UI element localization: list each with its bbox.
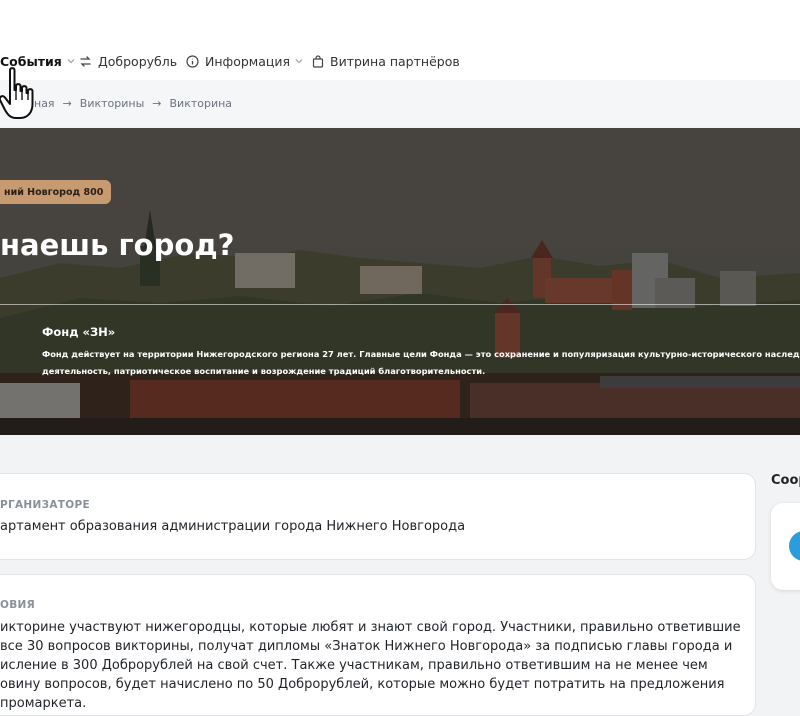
conditions-text: икторине участвуют нижегородцы, которые … <box>0 618 741 713</box>
conditions-line: икторине участвуют нижегородцы, которые … <box>0 620 741 635</box>
hero-banner: ний Новгород 800 наешь город? Фонд «ЗН» … <box>0 128 800 435</box>
main-nav: События Доброрубль Информация Витрина па… <box>0 42 800 80</box>
conditions-line: все 30 вопросов викторины, получат дипло… <box>0 639 733 654</box>
conditions-line: исление в 300 Доброрублей на свой счет. … <box>0 658 708 673</box>
description-line: деятельность, патриотическое воспитание … <box>42 366 486 376</box>
breadcrumb-item-quiz: Викторина <box>169 96 233 110</box>
hero-tag: ний Новгород 800 <box>0 180 112 204</box>
nav-item-partners-showcase[interactable]: Витрина партнёров <box>312 42 460 80</box>
breadcrumb: ная → Викторины → Викторина <box>0 80 800 126</box>
chevron-down-icon <box>67 59 75 64</box>
nav-item-dobrorubl[interactable]: Доброрубль <box>79 42 177 80</box>
sidebar-title: Coop <box>771 473 800 488</box>
sidebar-card[interactable] <box>771 503 800 590</box>
nav-item-label: Доброрубль <box>98 53 178 69</box>
avatar <box>789 531 800 561</box>
conditions-card: ОВИЯ икторине участвуют нижегородцы, кот… <box>0 574 756 716</box>
page-title: наешь город? <box>0 228 235 262</box>
description-line: Фонд действует на территории Нижегородск… <box>42 349 800 359</box>
organization-description: Фонд действует на территории Нижегородск… <box>42 346 800 380</box>
info-icon <box>186 54 199 68</box>
top-header <box>0 0 800 43</box>
organizer-heading: РГАНИЗАТОРЕ <box>0 499 90 511</box>
exchange-icon <box>80 55 91 67</box>
chevron-down-icon <box>295 59 303 64</box>
divider <box>0 304 800 305</box>
nav-item-label: Витрина партнёров <box>330 53 460 69</box>
shopping-bag-icon <box>312 54 324 68</box>
conditions-line: промаркета. <box>0 696 87 711</box>
hand-pointer-cursor-icon <box>0 67 34 119</box>
organizer-card: РГАНИЗАТОРЕ артамент образования админис… <box>0 473 756 560</box>
nav-item-label: Информация <box>205 53 291 69</box>
hero-overlay <box>0 128 800 435</box>
arrow-right-icon: → <box>152 96 162 110</box>
nav-item-information[interactable]: Информация <box>186 42 303 80</box>
arrow-right-icon: → <box>62 96 72 110</box>
organization-name: Фонд «ЗН» <box>42 325 116 339</box>
conditions-line: овину вопросов, будет начислено по 50 До… <box>0 677 725 692</box>
conditions-heading: ОВИЯ <box>0 599 36 611</box>
breadcrumb-item-quizzes[interactable]: Викторины <box>80 97 145 110</box>
organizer-name: артамент образования администрации город… <box>0 519 466 534</box>
